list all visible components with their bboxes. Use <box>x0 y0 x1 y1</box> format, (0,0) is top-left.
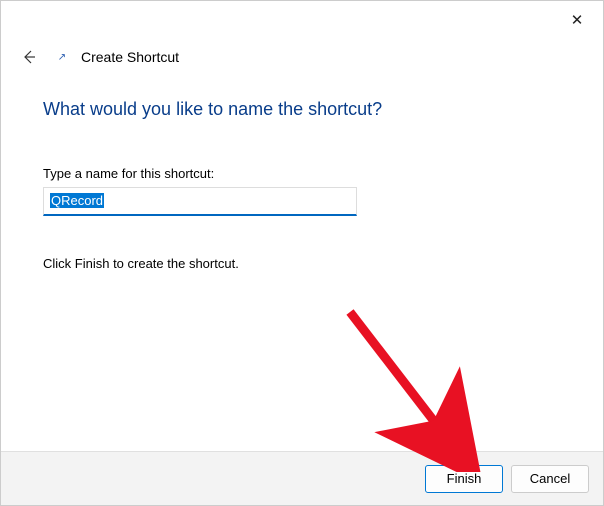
finish-button[interactable]: Finish <box>425 465 503 493</box>
close-icon[interactable]: ✕ <box>565 8 589 32</box>
content-area: What would you like to name the shortcut… <box>1 71 603 451</box>
footer-bar: Finish Cancel <box>1 451 603 505</box>
page-title: Create Shortcut <box>81 49 179 65</box>
shortcut-name-input[interactable]: QRecord <box>43 187 357 216</box>
wizard-question: What would you like to name the shortcut… <box>43 99 561 120</box>
input-selected-text: QRecord <box>50 193 104 208</box>
back-arrow-icon <box>21 49 37 65</box>
name-field-label: Type a name for this shortcut: <box>43 166 561 181</box>
back-button[interactable] <box>19 47 39 67</box>
shortcut-arrow-icon: ↗ <box>55 50 69 64</box>
header-row: ↗ Create Shortcut <box>1 39 603 71</box>
cancel-button[interactable]: Cancel <box>511 465 589 493</box>
create-shortcut-wizard: ✕ ↗ Create Shortcut What would you like … <box>0 0 604 506</box>
instruction-text: Click Finish to create the shortcut. <box>43 256 561 271</box>
titlebar: ✕ <box>1 1 603 39</box>
